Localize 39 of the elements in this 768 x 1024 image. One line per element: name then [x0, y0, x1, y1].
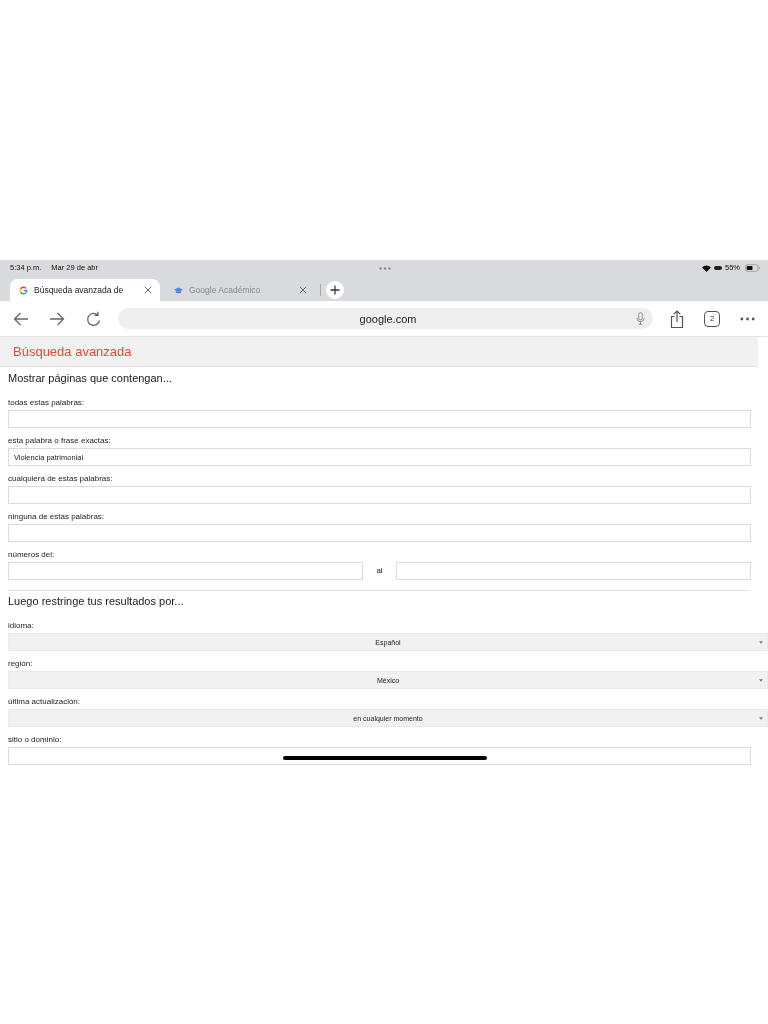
field-label: esta palabra o frase exactas: [8, 436, 112, 446]
field-label: números del: [8, 550, 56, 560]
pill-icon [714, 266, 722, 270]
input-field[interactable] [8, 747, 751, 765]
section-heading: Luego restringe tus resultados por... [8, 594, 185, 608]
close-icon[interactable] [299, 286, 307, 294]
input-field[interactable] [396, 562, 751, 580]
browser-tab[interactable]: Búsqueda avanzada de [10, 279, 160, 301]
back-icon[interactable] [13, 311, 29, 326]
input-field[interactable] [8, 562, 363, 580]
range-separator: al [375, 565, 384, 577]
letter-g-icon [19, 285, 28, 295]
close-icon[interactable] [144, 286, 152, 294]
field-label: ninguna de estas palabras: [8, 512, 106, 522]
address-bar[interactable]: google.com [118, 308, 653, 329]
field-label: última actualización: [8, 697, 82, 707]
caret-icon [759, 679, 763, 682]
more-icon[interactable] [740, 316, 755, 321]
caret-icon [759, 641, 763, 644]
microphone-icon[interactable] [636, 312, 645, 325]
input-field[interactable] [8, 486, 751, 504]
field-label: región: [8, 659, 34, 669]
new-tab-icon[interactable] [326, 281, 344, 299]
caret-icon [759, 717, 763, 720]
reload-icon[interactable] [86, 310, 102, 327]
field-label: sitio o dominio: [8, 735, 63, 745]
field-label: cualquiera de estas palabras: [8, 474, 114, 484]
input-field[interactable] [8, 524, 751, 542]
field-label: idioma: [8, 621, 35, 631]
input-field[interactable] [8, 410, 751, 428]
dots-icon[interactable] [379, 266, 391, 270]
field-label: todas estas palabras: [8, 398, 86, 408]
wifi-icon [702, 264, 711, 272]
battery-icon [745, 264, 760, 272]
forward-icon[interactable] [49, 311, 65, 326]
page-title: Búsqueda avanzada [13, 343, 132, 360]
share-icon[interactable] [670, 309, 684, 328]
cap-icon [174, 285, 183, 295]
section-heading: Mostrar páginas que contengan... [8, 371, 173, 385]
